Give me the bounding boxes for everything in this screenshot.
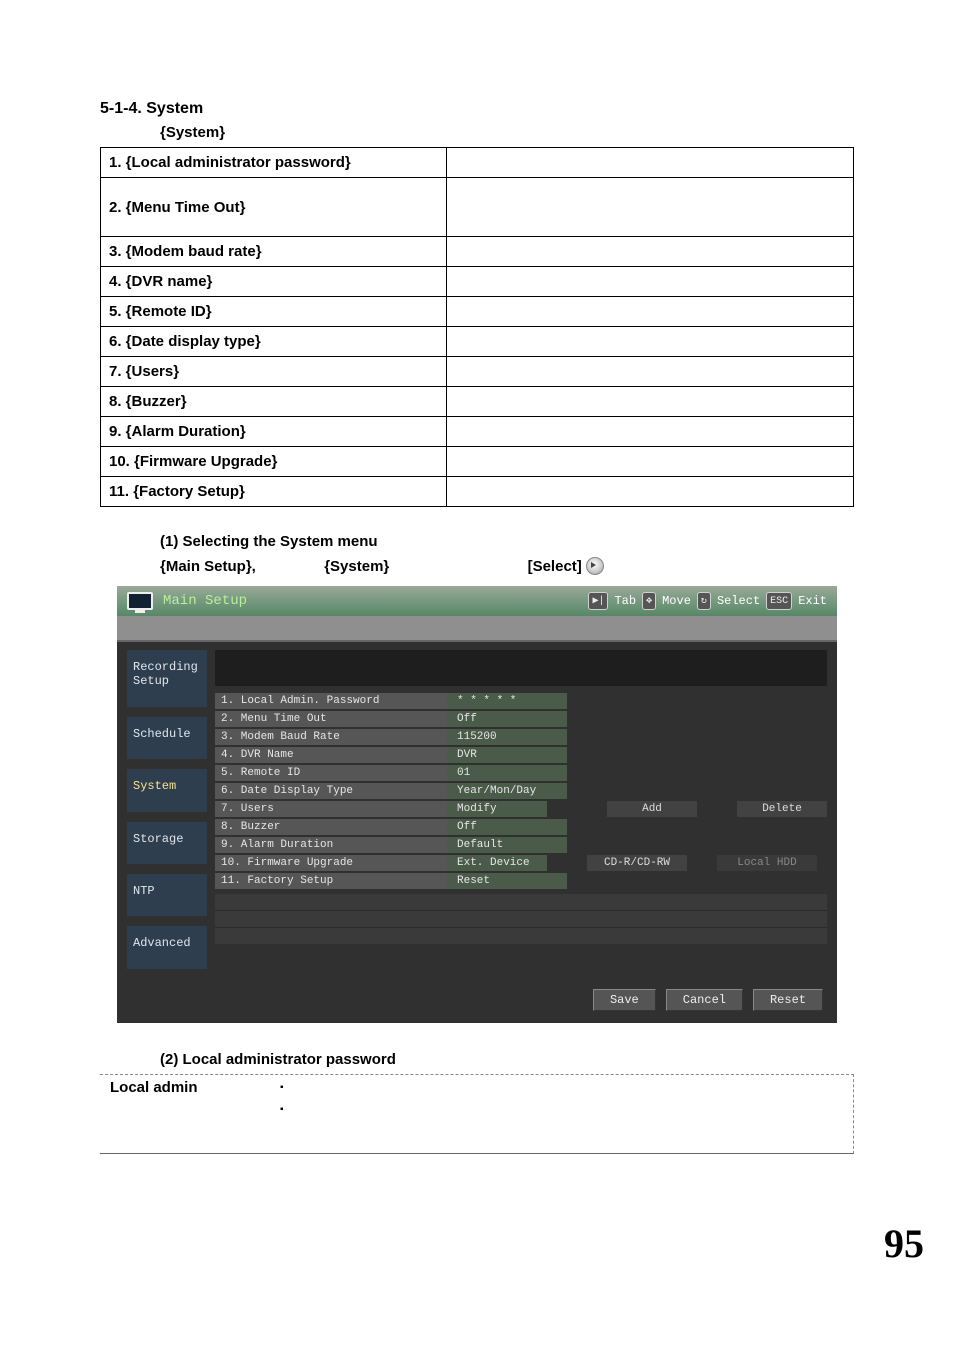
- menu-value[interactable]: Off: [447, 819, 567, 835]
- sidebar-item-system[interactable]: System: [127, 769, 207, 811]
- system-table: 1. {Local administrator password} 2. {Me…: [100, 147, 854, 507]
- hint-move: Move: [662, 594, 691, 608]
- sidebar-item-ntp[interactable]: NTP: [127, 874, 207, 916]
- select-key-icon: ↻: [697, 592, 711, 610]
- fw-extdevice[interactable]: Ext. Device: [447, 855, 547, 871]
- sidebar-item-storage[interactable]: Storage: [127, 822, 207, 864]
- row-desc: [447, 417, 854, 447]
- row-label: 7. {Users}: [101, 357, 447, 387]
- row-desc: [447, 267, 854, 297]
- fw-cdrw[interactable]: CD-R/CD-RW: [587, 855, 687, 871]
- menu-value[interactable]: Year/Mon/Day: [447, 783, 567, 799]
- menu-label[interactable]: 8. Buzzer: [215, 819, 447, 835]
- fw-localhdd[interactable]: Local HDD: [717, 855, 817, 871]
- row-desc: [447, 477, 854, 507]
- row-desc: [447, 237, 854, 267]
- menu-value[interactable]: Default: [447, 837, 567, 853]
- menu-value[interactable]: 01: [447, 765, 567, 781]
- menu-label[interactable]: 4. DVR Name: [215, 747, 447, 763]
- menu-label[interactable]: 1. Local Admin. Password: [215, 693, 447, 709]
- menu-value[interactable]: 115200: [447, 729, 567, 745]
- page-number: 95: [0, 1220, 924, 1267]
- system-heading: {System}: [160, 124, 854, 141]
- menu-label[interactable]: 6. Date Display Type: [215, 783, 447, 799]
- row-desc: [447, 297, 854, 327]
- users-delete[interactable]: Delete: [737, 801, 827, 817]
- menu-label[interactable]: 7. Users: [215, 801, 447, 817]
- row-label: 2. {Menu Time Out}: [101, 178, 447, 237]
- row-label: 5. {Remote ID}: [101, 297, 447, 327]
- row-desc: [447, 148, 854, 178]
- row-label: 10. {Firmware Upgrade}: [101, 447, 447, 477]
- menu-label[interactable]: 5. Remote ID: [215, 765, 447, 781]
- menu-label[interactable]: 9. Alarm Duration: [215, 837, 447, 853]
- esc-key-icon: ESC: [766, 592, 792, 610]
- menu-value[interactable]: * * * * *: [447, 693, 567, 709]
- save-button[interactable]: Save: [593, 989, 656, 1011]
- subsection-2-title: (2) Local administrator password: [160, 1051, 854, 1068]
- hint-select: Select: [717, 594, 760, 608]
- row-desc: [447, 178, 854, 237]
- users-add[interactable]: Add: [607, 801, 697, 817]
- row-desc: [447, 387, 854, 417]
- bc-select: [Select]: [528, 558, 582, 575]
- users-modify[interactable]: Modify: [447, 801, 547, 817]
- bc-main: {Main Setup},: [160, 558, 256, 575]
- dvr-title: Main Setup: [163, 593, 247, 609]
- monitor-icon: [127, 592, 153, 610]
- sidebar-item-advanced[interactable]: Advanced: [127, 926, 207, 968]
- sidebar-item-schedule[interactable]: Schedule: [127, 717, 207, 759]
- row-desc: [447, 327, 854, 357]
- row-label: 6. {Date display type}: [101, 327, 447, 357]
- select-jog-icon: [586, 557, 604, 575]
- menu-label[interactable]: 3. Modem Baud Rate: [215, 729, 447, 745]
- menu-label[interactable]: 2. Menu Time Out: [215, 711, 447, 727]
- reset-button[interactable]: Reset: [753, 989, 823, 1011]
- breadcrumb: {Main Setup}, {System} [Select]: [160, 558, 854, 576]
- subsection-1-title: (1) Selecting the System menu: [160, 533, 854, 550]
- row-label: 3. {Modem baud rate}: [101, 237, 447, 267]
- row-label: 8. {Buzzer}: [101, 387, 447, 417]
- hint-tab: Tab: [614, 594, 636, 608]
- tab-key-icon: ▶|: [588, 592, 608, 610]
- row-label: 1. {Local administrator password}: [101, 148, 447, 178]
- menu-label[interactable]: 10. Firmware Upgrade: [215, 855, 447, 871]
- local-admin-label: Local admin: [100, 1075, 270, 1153]
- dvr-screenshot: Main Setup ▶| Tab ✥ Move ↻ Select ESC Exit R…: [117, 586, 837, 1023]
- menu-value[interactable]: Reset: [447, 873, 567, 889]
- row-label: 11. {Factory Setup}: [101, 477, 447, 507]
- cancel-button[interactable]: Cancel: [666, 989, 743, 1011]
- row-label: 9. {Alarm Duration}: [101, 417, 447, 447]
- menu-value[interactable]: Off: [447, 711, 567, 727]
- bc-system: {System}: [324, 558, 389, 575]
- sidebar-item-recording[interactable]: Recording Setup: [127, 650, 207, 707]
- menu-label[interactable]: 11. Factory Setup: [215, 873, 447, 889]
- section-title: 5-1-4. System: [100, 100, 854, 118]
- row-label: 4. {DVR name}: [101, 267, 447, 297]
- local-admin-bullets: [280, 1079, 843, 1123]
- hint-exit: Exit: [798, 594, 827, 608]
- menu-value[interactable]: DVR: [447, 747, 567, 763]
- row-desc: [447, 447, 854, 477]
- move-key-icon: ✥: [642, 592, 656, 610]
- row-desc: [447, 357, 854, 387]
